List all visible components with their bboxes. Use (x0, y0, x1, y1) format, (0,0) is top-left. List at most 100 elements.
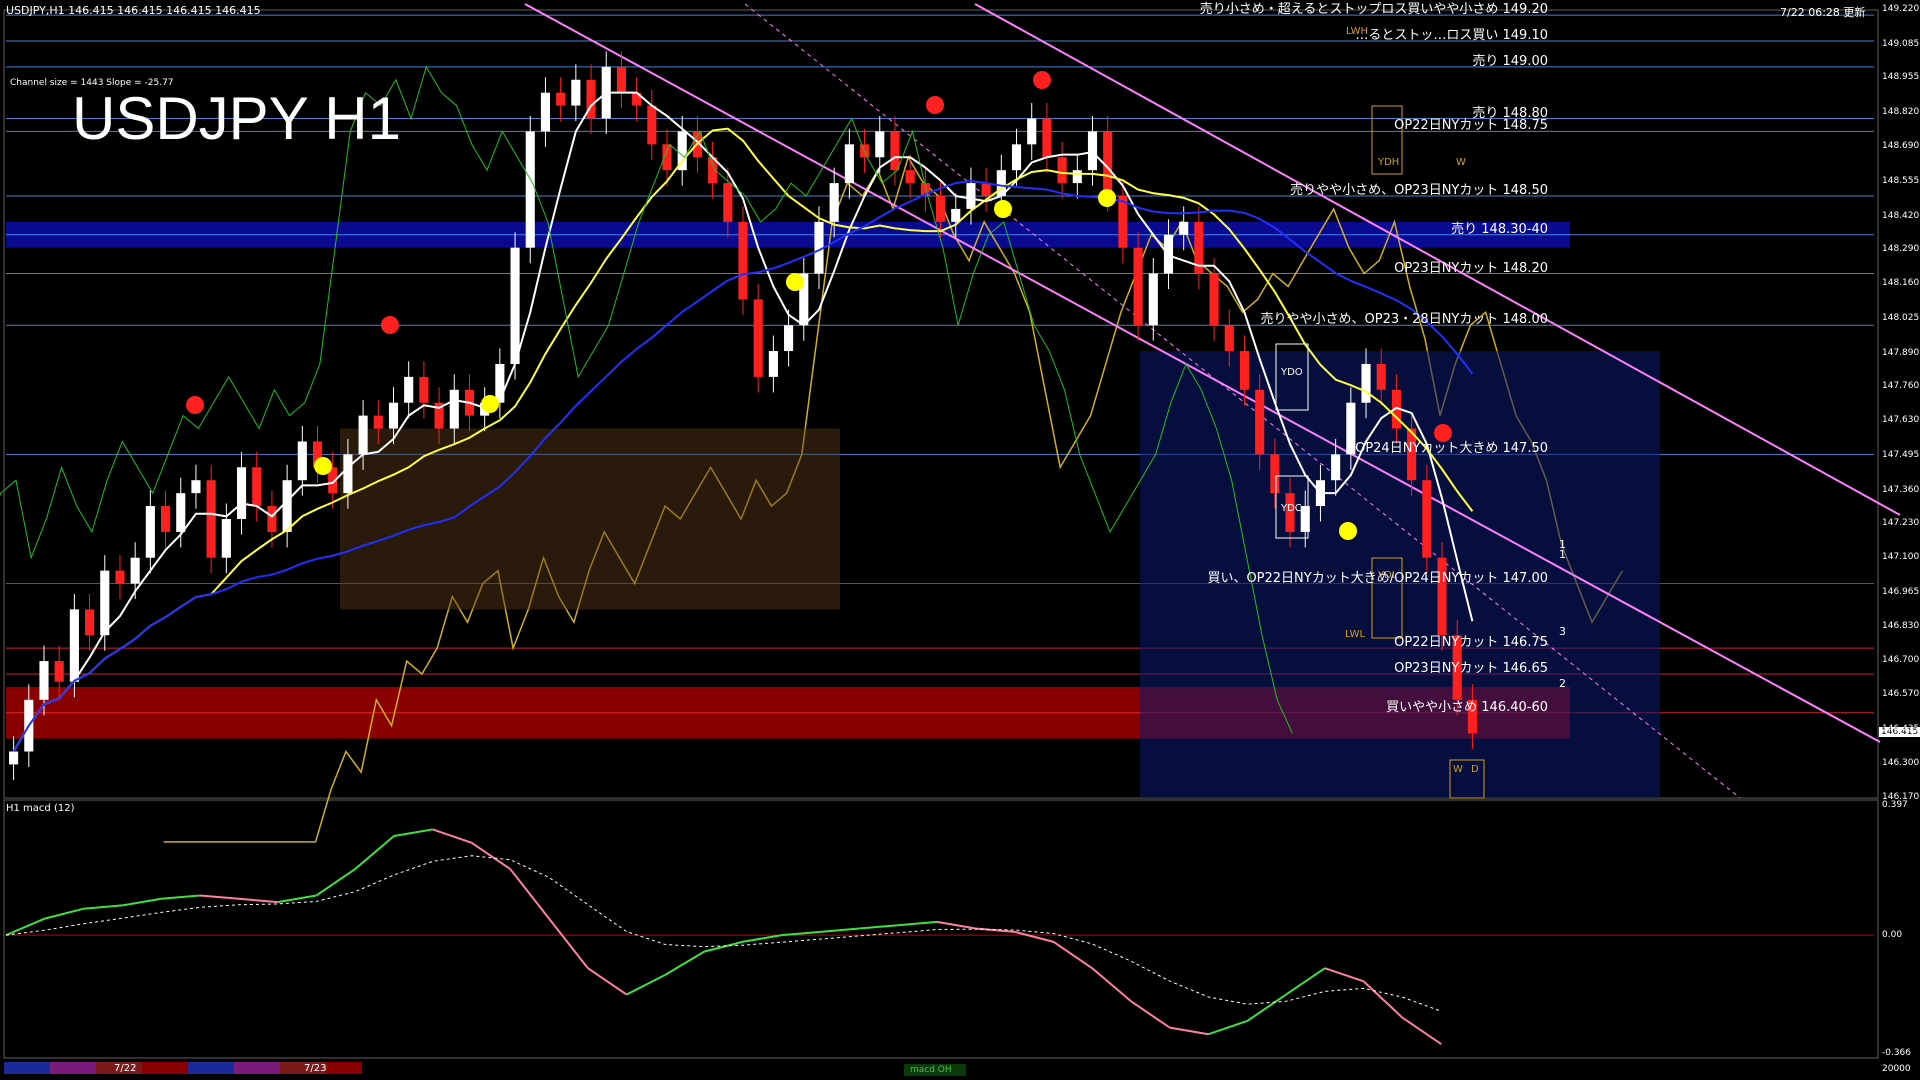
candle-body-75 (1148, 273, 1158, 326)
candle-body-14 (221, 518, 231, 558)
candle-body-18 (282, 480, 292, 532)
signal-marker-5 (481, 395, 499, 413)
level-label-5: 売りやや小さめ、OP23日NYカット 148.50 (1290, 183, 1548, 199)
macd-seg-36 (1362, 980, 1404, 1019)
candle-body-69 (1057, 157, 1067, 184)
candle-body-29 (449, 389, 459, 429)
candle-body-32 (495, 363, 505, 403)
box-tag-ydo: YDO (1281, 367, 1303, 378)
level-label-1: …るとストッ…ロス買い 149.10 (1355, 28, 1548, 43)
price-axis-label-3: 148.820 (1882, 107, 1920, 118)
candle-body-34 (525, 131, 535, 248)
price-axis-label-23: 146.170 (1882, 792, 1920, 802)
macd-seg-20 (742, 934, 782, 943)
candle-body-58 (890, 131, 900, 171)
price-axis-label-2: 148.955 (1882, 72, 1920, 83)
price-axis-label-8: 148.160 (1882, 277, 1920, 288)
macd-seg-16 (587, 967, 628, 996)
cloud-brown (340, 428, 840, 610)
candle-body-24 (373, 415, 383, 429)
level-label-12: OP23日NYカット 146.65 (1394, 660, 1548, 676)
candle-body-12 (191, 480, 201, 494)
price-axis-label-19: 146.700 (1882, 655, 1920, 666)
candle-body-68 (1042, 118, 1052, 158)
candle-body-7 (115, 570, 125, 584)
candle-body-73 (1118, 196, 1128, 248)
level-label-2: 売り 149.00 (1472, 53, 1548, 69)
candle-body-87 (1331, 454, 1341, 481)
signal-marker-2 (926, 96, 944, 114)
candle-body-90 (1376, 363, 1386, 390)
price-axis-label-11: 147.760 (1882, 381, 1920, 392)
macd-seg-28 (1052, 940, 1093, 969)
macd-signal (5, 855, 1442, 1012)
candle-body-61 (935, 196, 946, 222)
macd-seg-18 (664, 950, 705, 976)
candle-body-81 (1239, 351, 1250, 390)
macd-seg-32 (1208, 1020, 1248, 1036)
macd-tab: macd OH (910, 1065, 952, 1075)
level-label-6: 売り 148.30-40 (1451, 221, 1548, 237)
signal-marker-1 (186, 396, 204, 414)
signal-marker-9 (1098, 189, 1116, 207)
signal-marker-0 (381, 316, 399, 334)
candle-body-26 (404, 376, 414, 403)
candle-body-2 (39, 661, 49, 700)
candle-body-49 (753, 299, 763, 377)
macd-seg-15 (548, 917, 589, 969)
signal-marker-6 (314, 457, 332, 475)
candle-body-59 (905, 170, 915, 184)
candle-body-37 (571, 79, 581, 106)
macd-label: H1 macd (12) (6, 803, 75, 814)
macd-seg-17 (626, 973, 666, 996)
level-label-7: OP23日NYカット 148.20 (1394, 260, 1548, 276)
date-tab-0: 7/22 (114, 1063, 137, 1074)
macd-seg-9 (315, 868, 356, 897)
candle-body-71 (1087, 131, 1098, 171)
macd-seg-25 (936, 920, 976, 930)
candle-body-36 (556, 92, 566, 106)
price-axis-label-5: 148.555 (1882, 175, 1920, 186)
box-tag-lwh: LWH (1346, 26, 1369, 37)
macd-seg-22 (820, 927, 860, 933)
price-axis-label-14: 147.360 (1882, 484, 1920, 495)
level-label-0: 売り小さめ・超えるとストップロス買いやや小さめ 149.20 (1199, 2, 1548, 18)
macd-seg-8 (277, 894, 317, 904)
price-axis-label-6: 148.420 (1882, 210, 1920, 221)
candle-body-74 (1133, 247, 1143, 326)
price-axis-label-16: 147.100 (1882, 551, 1920, 562)
candle-body-66 (1011, 144, 1022, 171)
price-axis-label-18: 146.830 (1882, 621, 1920, 632)
chart-title: USDJPY H1 (72, 85, 402, 152)
candle-body-51 (784, 325, 794, 352)
candle-body-8 (130, 557, 140, 584)
macd-seg-5 (161, 894, 201, 900)
candle-body-80 (1224, 325, 1234, 352)
macd-seg-4 (122, 897, 162, 907)
candle-body-13 (206, 480, 216, 558)
candle-body-42 (647, 105, 657, 145)
price-axis-label-13: 147.495 (1882, 449, 1920, 460)
candle-body-33 (510, 247, 520, 364)
candle-body-16 (252, 467, 262, 507)
macd-seg-3 (83, 904, 123, 910)
macd-seg-31 (1169, 1026, 1209, 1036)
candle-body-63 (966, 183, 976, 209)
price-axis-label-21: 146.435 (1882, 723, 1920, 734)
box-tag-ydl: YDL (1378, 570, 1398, 581)
candle-body-6 (100, 570, 110, 636)
price-axis-label-10: 147.890 (1882, 347, 1920, 358)
box-tag-lwl: LWL (1345, 629, 1366, 640)
price-axis-label-12: 147.630 (1882, 414, 1920, 425)
candle-body-4 (69, 609, 79, 682)
candle-body-77 (1179, 221, 1189, 235)
macd-seg-29 (1091, 967, 1132, 1002)
candle-body-55 (844, 144, 854, 184)
box-tag-ydc: YDC (1281, 503, 1302, 514)
macd-seg-24 (898, 920, 938, 927)
signal-marker-3 (1033, 71, 1051, 89)
candle-body-27 (419, 376, 429, 403)
candle-body-50 (768, 351, 778, 377)
price-axis-label-7: 148.290 (1882, 244, 1920, 255)
level-label-9: OP24日NYカット大きめ 147.50 (1355, 441, 1548, 457)
